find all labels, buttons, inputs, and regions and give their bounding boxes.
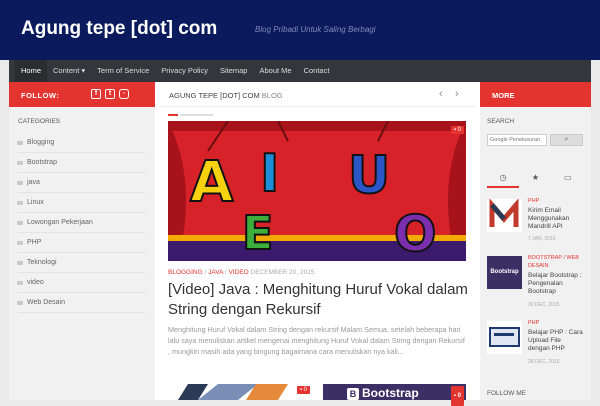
tab-comments[interactable]: ▭ xyxy=(552,170,584,188)
more-label: MORE xyxy=(492,91,515,100)
list-item[interactable]: Blogging xyxy=(17,133,145,153)
slider-indicator-active xyxy=(168,114,178,116)
nav-item-contact[interactable]: Contact xyxy=(298,60,336,82)
categories-title: CATEGORIES xyxy=(18,118,61,125)
vowel-letter: U xyxy=(348,146,390,206)
nav-item-terms[interactable]: Term of Service xyxy=(91,60,155,82)
chevron-left-icon[interactable]: ‹ xyxy=(439,88,443,100)
list-item[interactable]: Bootstrap BOOTSTRAP / WEB DESAIN Belajar… xyxy=(487,254,584,308)
clock-icon: ◷ xyxy=(499,173,507,182)
post-title[interactable]: [Video] Java : Menghitung Huruf Vokal da… xyxy=(168,280,468,320)
post-meta: BLOGGING / JAVA / VIDEO DECEMBER 20, 201… xyxy=(168,269,315,276)
folder-icon xyxy=(17,280,23,285)
list-item[interactable]: video xyxy=(17,273,145,293)
post-title[interactable]: Kirim Email Menggunakan Mandrill API xyxy=(528,207,584,231)
list-item[interactable]: java xyxy=(17,173,145,193)
comment-count-badge[interactable]: ▪ 0 xyxy=(450,126,464,134)
list-item[interactable]: Teknologi xyxy=(17,253,145,273)
post-category[interactable]: BLOGGING xyxy=(168,269,203,276)
folder-icon xyxy=(17,260,23,265)
folder-icon xyxy=(17,300,23,305)
bootstrap-logo-icon: B xyxy=(347,387,359,400)
list-item[interactable]: Linux xyxy=(17,193,145,213)
list-item[interactable]: Lowongan Pekerjaan xyxy=(17,213,145,233)
vowel-letter: O xyxy=(394,205,437,261)
featured-image[interactable]: A I U E O ▪ 0 xyxy=(168,121,466,261)
instagram-icon[interactable]: ◦ xyxy=(119,89,129,99)
vowel-letter: A xyxy=(190,150,234,215)
post-category[interactable]: PHP xyxy=(528,197,584,205)
post-title[interactable]: Belajar Bootstrap : Pengenalan Bootstrap xyxy=(528,272,584,296)
categories-list: Blogging Bootstrap java Linux Lowongan P… xyxy=(17,133,145,313)
breadcrumb-bar: AGUNG TEPE [DOT] COM BLOG ‹ › xyxy=(160,82,475,107)
sidebar-tabs: ◷ ★ ▭ xyxy=(487,170,584,188)
search-button[interactable]: ⌕ xyxy=(550,134,583,146)
site-tagline: Blog Pribadi Untuk Saling Berbagi xyxy=(255,25,376,34)
nav-item-home[interactable]: Home xyxy=(15,60,48,82)
follow-me-title: FOLLOW ME xyxy=(487,390,527,397)
follow-label: FOLLOW: xyxy=(21,91,60,100)
folder-icon xyxy=(17,160,23,165)
twitter-icon[interactable]: t xyxy=(105,89,115,99)
thumbnail-text: Bootstrap xyxy=(362,386,419,400)
post-title[interactable]: Belajar PHP : Cara Upload File dengan PH… xyxy=(528,329,584,353)
list-item[interactable]: PHP Kirim Email Menggunakan Mandrill API… xyxy=(487,197,584,243)
post-thumbnail: Bootstrap xyxy=(487,256,522,289)
chevron-down-icon: ▾ xyxy=(81,66,86,75)
star-icon: ★ xyxy=(531,173,540,182)
list-item[interactable]: PHP xyxy=(17,233,145,253)
site-title[interactable]: Agung tepe [dot] com xyxy=(21,18,217,40)
post-category[interactable]: BOOTSTRAP / WEB DESAIN xyxy=(528,254,584,270)
comment-count-badge[interactable]: ▪ 0 xyxy=(296,386,310,394)
post-category[interactable]: VIDEO xyxy=(228,269,248,276)
more-bar[interactable]: MORE xyxy=(480,82,591,107)
post-date: 28 DEC, 2015 xyxy=(528,359,560,365)
vowel-letter: E xyxy=(242,206,273,260)
comment-icon: ▭ xyxy=(564,173,572,182)
breadcrumb: AGUNG TEPE [DOT] COM BLOG xyxy=(169,91,283,100)
folder-icon xyxy=(17,220,23,225)
nav-item-about[interactable]: About Me xyxy=(253,60,297,82)
chevron-right-icon[interactable]: › xyxy=(455,88,459,100)
folder-icon xyxy=(17,200,23,205)
vowel-letter: I xyxy=(260,144,279,204)
search-input[interactable] xyxy=(487,134,547,146)
nav-item-privacy[interactable]: Privacy Policy xyxy=(155,60,214,82)
post-thumbnail xyxy=(487,321,522,354)
comment-count-badge[interactable]: ▪ 0 xyxy=(450,386,464,406)
vowels-illustration: A I U E O xyxy=(168,121,466,261)
list-item[interactable]: PHP Belajar PHP : Cara Upload File denga… xyxy=(487,319,584,365)
tab-recent[interactable]: ◷ xyxy=(487,170,520,188)
nav-item-sitemap[interactable]: Sitemap xyxy=(214,60,254,82)
main-nav: Home Content ▾ Term of Service Privacy P… xyxy=(9,60,591,82)
post-date: 30 DEC, 2015 xyxy=(528,302,560,308)
post-thumbnail[interactable]: B Bootstrap ▪ 0 xyxy=(323,384,466,406)
search-title: SEARCH xyxy=(487,118,515,125)
post-category[interactable]: JAVA xyxy=(208,269,223,276)
site-header: Agung tepe [dot] com Blog Pribadi Untuk … xyxy=(0,0,600,60)
post-category[interactable]: PHP xyxy=(528,319,584,327)
tab-popular[interactable]: ★ xyxy=(519,170,551,188)
post-date: 7 JAN, 2016 xyxy=(528,236,556,242)
folder-icon xyxy=(17,240,23,245)
post-excerpt: Menghitung Huruf Vokal dalam String deng… xyxy=(168,325,465,356)
post-thumbnail[interactable]: ▪ 0 xyxy=(168,384,312,400)
nav-item-content[interactable]: Content ▾ xyxy=(47,60,91,82)
folder-icon xyxy=(17,140,23,145)
post-date: DECEMBER 20, 2015 xyxy=(250,269,315,276)
folder-icon xyxy=(17,180,23,185)
slider-indicator xyxy=(180,114,213,116)
post-thumbnail xyxy=(487,199,522,232)
mandrill-thumbnail xyxy=(168,384,312,400)
facebook-icon[interactable]: f xyxy=(91,89,101,99)
search-icon: ⌕ xyxy=(564,136,569,143)
list-item[interactable]: Web Desain xyxy=(17,293,145,313)
follow-bar: FOLLOW: f t ◦ xyxy=(9,82,155,107)
list-item[interactable]: Bootstrap xyxy=(17,153,145,173)
